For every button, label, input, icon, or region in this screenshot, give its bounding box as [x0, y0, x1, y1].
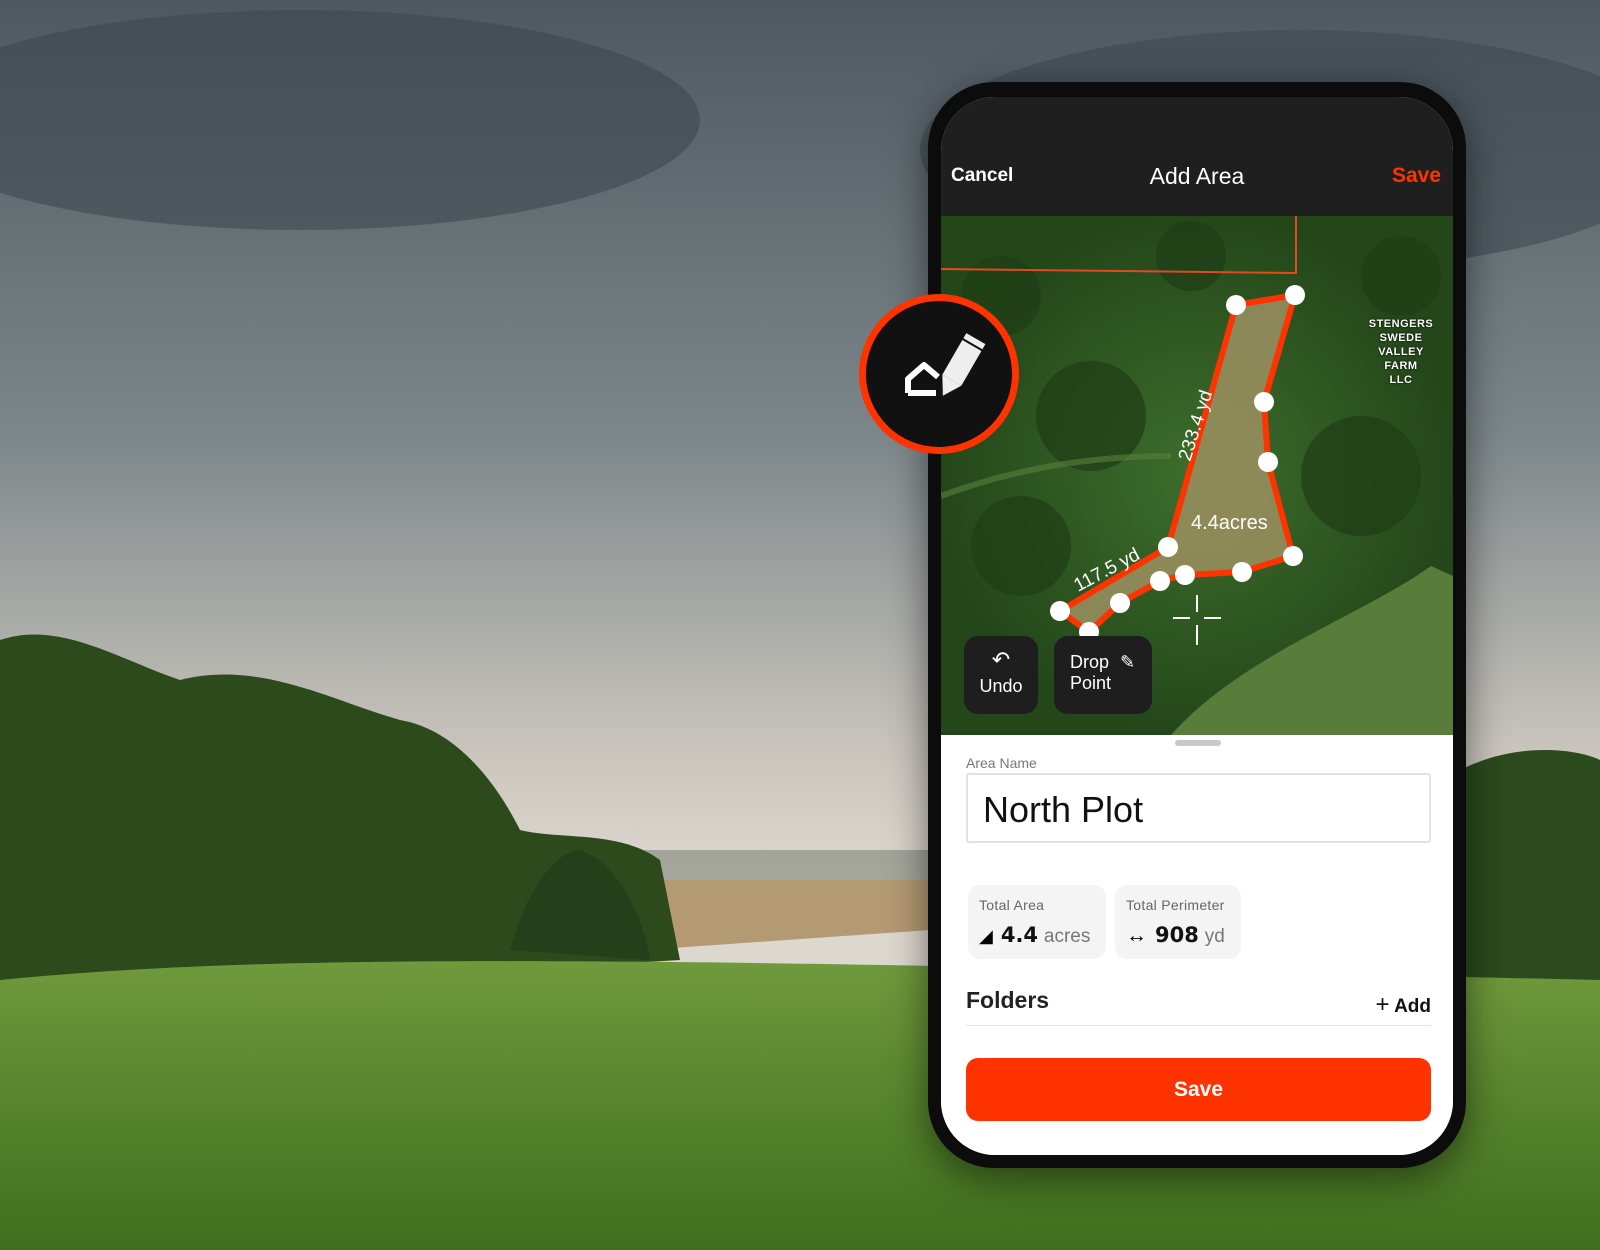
total-perimeter-title: Total Perimeter — [1126, 897, 1225, 913]
folders-heading: Folders — [966, 987, 1050, 1013]
parcel-line: SWEDE — [1379, 332, 1423, 344]
total-perimeter-card: Total Perimeter ↔ 908 yd — [1115, 885, 1241, 959]
undo-icon: ↶ — [991, 647, 1011, 672]
page-title: Add Area — [1149, 163, 1245, 189]
total-perimeter-unit: yd — [1204, 926, 1225, 947]
phone-screen: Cancel Add Area Save 233.4 yd 117.5 yd 4… — [941, 97, 1453, 1155]
drop-label: Drop — [1070, 652, 1110, 672]
area-label: 4.4acres — [1191, 512, 1268, 534]
sheet-grab-handle[interactable] — [1175, 740, 1221, 746]
draw-polygon-pencil-icon — [905, 333, 986, 396]
undo-button[interactable]: ↶ Undo — [964, 636, 1038, 714]
parcel-owner-label: STENGERS SWEDE VALLEY FARM LLC — [1361, 317, 1441, 387]
plus-icon: + — [1375, 991, 1390, 1018]
total-area-unit: acres — [1043, 926, 1091, 947]
divider — [966, 1025, 1431, 1026]
point-label: Point — [1070, 673, 1112, 693]
drop-point-button[interactable]: Drop ✎ Point — [1054, 636, 1152, 714]
total-area-card: Total Area ◢ 4.4 acres — [968, 885, 1106, 959]
header-save-button[interactable]: Save — [1392, 164, 1441, 188]
area-details-sheet: Area Name North Plot Total Area ◢ 4.4 acr… — [941, 735, 1453, 1155]
parcel-line: STENGERS — [1368, 318, 1434, 330]
parcel-line: LLC — [1389, 374, 1413, 386]
pencil-icon: ✎ — [1120, 652, 1136, 672]
undo-label: Undo — [979, 676, 1023, 696]
area-name-input[interactable]: North Plot — [966, 773, 1431, 843]
area-name-label: Area Name — [966, 755, 1037, 771]
add-label: Add — [1394, 996, 1431, 1017]
polygon-area-icon: ◢ — [979, 926, 993, 946]
add-folder-button[interactable]: + Add — [1375, 991, 1431, 1019]
parcel-line: FARM — [1384, 360, 1418, 372]
draw-area-badge — [859, 294, 1019, 454]
nav-header: Cancel Add Area Save — [941, 97, 1453, 216]
total-perimeter-value: 908 — [1155, 923, 1199, 947]
save-button[interactable]: Save — [966, 1058, 1431, 1121]
double-arrow-icon: ↔ — [1126, 924, 1147, 947]
total-area-value: 4.4 — [1000, 923, 1039, 947]
parcel-line: VALLEY — [1378, 346, 1424, 358]
total-area-title: Total Area — [979, 897, 1045, 913]
satellite-map[interactable]: 233.4 yd 117.5 yd 4.4acres STENGERS SWED… — [941, 216, 1453, 735]
